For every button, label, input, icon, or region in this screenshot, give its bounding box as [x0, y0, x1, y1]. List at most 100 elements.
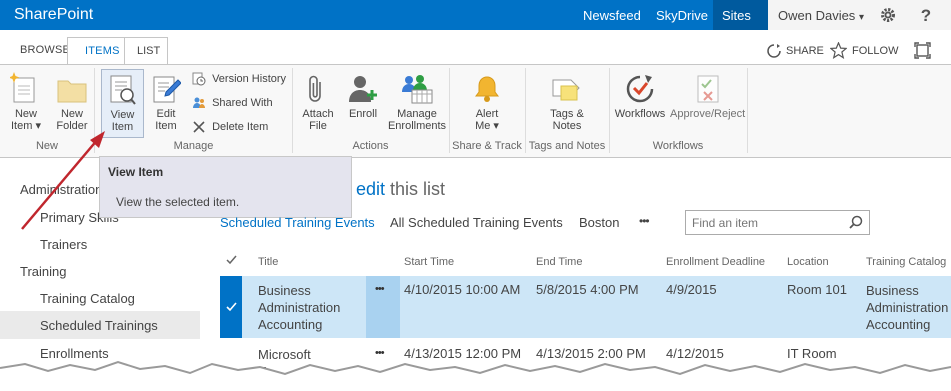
search-icon[interactable]: [849, 215, 863, 229]
list-edit-prompt: edit this list: [356, 179, 445, 200]
table-row[interactable]: Business Administration Accounting ••• 4…: [220, 276, 951, 338]
catalog-line: Administration: [866, 300, 949, 315]
attach-file-label-2: File: [309, 120, 327, 132]
user-menu[interactable]: Owen Davies ▾: [778, 8, 864, 23]
manage-enrollments-label-2: Enrollments: [387, 120, 447, 132]
col-title[interactable]: Title: [258, 256, 278, 268]
paperclip-icon: [309, 75, 321, 102]
tag-icon: [552, 79, 580, 101]
row-training-catalog-link[interactable]: Business Administration Accounting: [866, 282, 948, 333]
nav-trainers[interactable]: Trainers: [40, 237, 87, 252]
shared-with-label: Shared With: [212, 96, 273, 109]
follow-button[interactable]: FOLLOW: [852, 45, 898, 57]
tags-notes-button[interactable]: Tags & Notes: [540, 72, 594, 134]
row-title-line: Accounting: [258, 317, 323, 332]
views-more-button[interactable]: •••: [639, 214, 650, 228]
row-title[interactable]: Business Administration Accounting: [258, 282, 340, 333]
new-item-button[interactable]: New Item ▾: [6, 72, 42, 134]
nav-training-catalog[interactable]: Training Catalog: [40, 291, 135, 306]
col-location[interactable]: Location: [787, 256, 829, 268]
search-input[interactable]: [690, 213, 844, 232]
search-box[interactable]: [685, 210, 870, 235]
version-history-icon: [192, 72, 206, 86]
tab-items-label: ITEMS: [85, 45, 120, 57]
tab-list[interactable]: LIST: [124, 37, 168, 65]
torn-edge-decoration: [0, 360, 951, 391]
view-all-scheduled-training-events[interactable]: All Scheduled Training Events: [390, 215, 563, 230]
tab-browse[interactable]: BROWSE: [20, 44, 70, 56]
select-all-checkmark-icon[interactable]: [226, 255, 237, 265]
delete-item-button[interactable]: Delete Item: [192, 120, 268, 134]
star-icon: [830, 42, 847, 59]
tab-items[interactable]: ITEMS: [67, 37, 125, 65]
tags-notes-label-2: Notes: [552, 120, 582, 132]
view-item-button[interactable]: View Item: [101, 69, 144, 138]
new-folder-label-2: Folder: [56, 120, 88, 132]
help-icon[interactable]: ?: [918, 6, 934, 24]
row-title-line: Administration: [258, 300, 341, 315]
new-folder-button[interactable]: New Folder: [52, 72, 92, 134]
edit-item-icon: [153, 76, 181, 103]
row-menu-button[interactable]: •••: [366, 276, 400, 338]
group-label-tags-notes: Tags and Notes: [528, 140, 606, 152]
tab-list-label: LIST: [137, 45, 161, 57]
new-folder-label-1: New: [60, 108, 83, 120]
nav-administration[interactable]: Administration: [20, 182, 102, 197]
view-item-label-2: Item: [111, 121, 134, 133]
row-select-box[interactable]: [220, 276, 242, 338]
approve-reject-icon: [697, 75, 719, 103]
nav-training[interactable]: Training: [20, 264, 66, 279]
edit-item-button[interactable]: Edit Item: [147, 72, 185, 134]
row-title-line: Business: [258, 283, 311, 298]
ribbon-separator: [747, 68, 748, 153]
new-item-label-1: New: [14, 108, 37, 120]
col-end-time[interactable]: End Time: [536, 256, 582, 268]
workflows-label: Workflows: [614, 108, 666, 120]
col-start-time[interactable]: Start Time: [404, 256, 454, 268]
enroll-button[interactable]: Enroll: [343, 72, 383, 134]
shared-with-button[interactable]: Shared With: [192, 96, 273, 110]
folder-icon: [57, 80, 87, 103]
ribbon-separator: [94, 68, 95, 153]
focus-content-icon[interactable]: [914, 42, 931, 59]
row-end-time: 5/8/2015 4:00 PM: [536, 282, 639, 297]
group-label-share-track: Share & Track: [452, 140, 522, 152]
nav-sites[interactable]: Sites: [722, 8, 751, 23]
attach-file-button[interactable]: Attach File: [298, 72, 338, 134]
view-boston[interactable]: Boston: [579, 215, 619, 230]
app-brand[interactable]: SharePoint: [14, 6, 93, 24]
nav-scheduled-trainings[interactable]: Scheduled Trainings: [40, 318, 158, 333]
view-item-icon: [110, 75, 136, 105]
people-icon: [193, 97, 205, 108]
catalog-line: Business: [866, 283, 919, 298]
group-label-actions: Actions: [352, 140, 389, 152]
version-history-button[interactable]: Version History: [192, 72, 286, 86]
bell-icon: [475, 76, 499, 102]
approve-reject-button[interactable]: Approve/Reject: [670, 72, 745, 134]
tooltip-title: View Item: [108, 165, 164, 179]
manage-enrollments-button[interactable]: Manage Enrollments: [387, 72, 447, 134]
col-training-catalog[interactable]: Training Catalog: [866, 256, 946, 268]
tags-notes-label-1: Tags &: [550, 108, 584, 120]
gear-icon[interactable]: [880, 7, 896, 23]
user-name: Owen Davies: [778, 8, 856, 23]
row-location: Room 101: [787, 282, 847, 297]
add-person-icon: [349, 76, 377, 102]
edit-list-link[interactable]: edit: [356, 179, 385, 199]
tooltip-body: View the selected item.: [116, 195, 240, 209]
nav-skydrive[interactable]: SkyDrive: [656, 8, 708, 23]
workflows-button[interactable]: Workflows: [614, 72, 666, 134]
view-scheduled-training-events[interactable]: Scheduled Training Events: [220, 215, 375, 230]
share-button[interactable]: SHARE: [786, 45, 824, 57]
view-item-tooltip: View Item View the selected item.: [99, 156, 352, 218]
alert-me-button[interactable]: Alert Me ▾: [466, 72, 508, 134]
col-enrollment-deadline[interactable]: Enrollment Deadline: [666, 256, 765, 268]
group-label-new: New: [35, 140, 58, 152]
share-icon: [767, 44, 781, 58]
edit-item-label-1: Edit: [156, 108, 176, 120]
ellipsis-icon: •••: [375, 283, 385, 295]
checkmark-icon: [226, 302, 237, 312]
nav-newsfeed[interactable]: Newsfeed: [583, 8, 641, 23]
edit-list-text: this list: [390, 179, 446, 199]
chevron-down-icon: ▾: [858, 12, 864, 23]
